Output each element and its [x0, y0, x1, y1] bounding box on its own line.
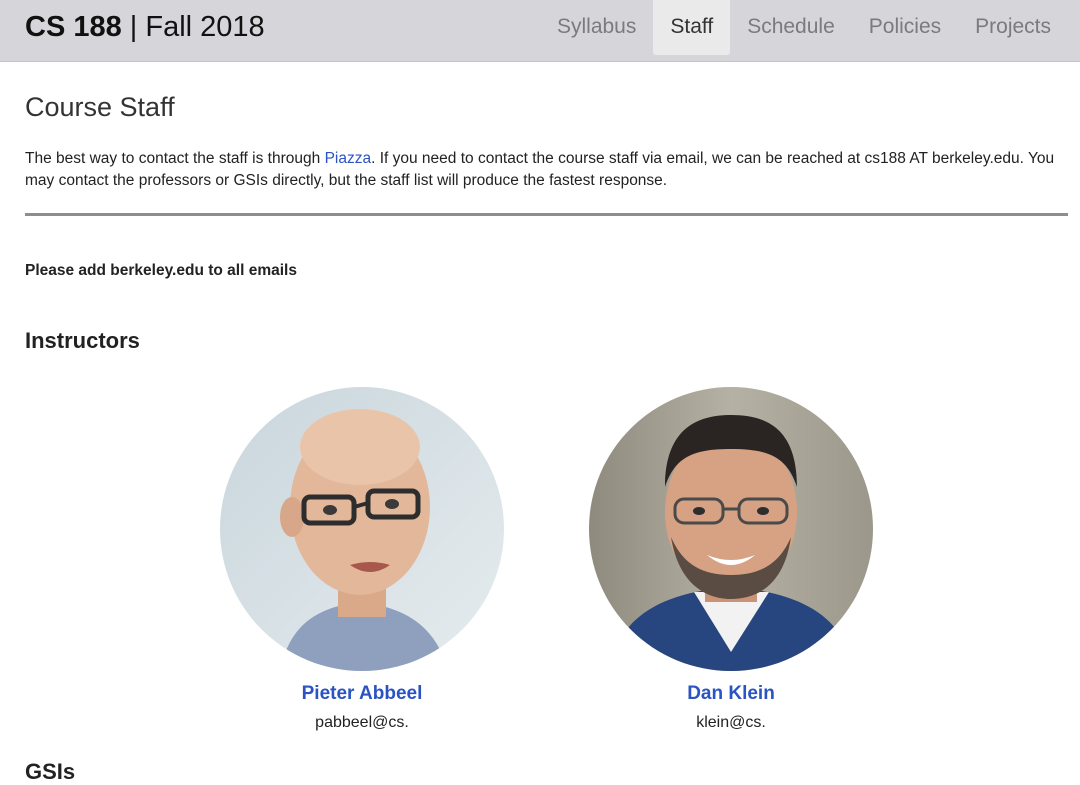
- section-divider: [25, 213, 1068, 216]
- instructor-email: pabbeel@cs.: [315, 714, 409, 731]
- instructors-heading: Instructors: [25, 328, 140, 353]
- nav-item-policies[interactable]: Policies: [852, 0, 958, 55]
- course-brand[interactable]: CS 188 | Fall 2018: [25, 9, 265, 45]
- nav-item-projects[interactable]: Projects: [958, 0, 1068, 55]
- course-term: Fall 2018: [145, 11, 265, 43]
- instructor-card: Pieter Abbeel pabbeel@cs.: [220, 387, 504, 733]
- contact-intro: The best way to contact the staff is thr…: [25, 148, 1065, 192]
- nav-item-staff[interactable]: Staff: [653, 0, 731, 55]
- page-title: Course Staff: [25, 92, 175, 122]
- email-note: Please add berkeley.edu to all emails: [25, 262, 297, 279]
- nav-menu: Syllabus Staff Schedule Policies Project…: [540, 0, 1068, 55]
- gsis-heading: GSIs: [25, 759, 76, 784]
- instructor-photo[interactable]: [220, 387, 504, 671]
- nav-item-schedule[interactable]: Schedule: [730, 0, 852, 55]
- brand-separator: |: [121, 11, 146, 43]
- instructor-card: Dan Klein klein@cs.: [589, 387, 873, 733]
- instructor-name-link[interactable]: Dan Klein: [589, 682, 873, 706]
- instructor-email: klein@cs.: [696, 714, 766, 731]
- intro-text-start: The best way to contact the staff is thr…: [25, 150, 325, 167]
- piazza-link[interactable]: Piazza: [325, 150, 372, 167]
- instructor-name-link[interactable]: Pieter Abbeel: [220, 682, 504, 706]
- course-code: CS 188: [25, 11, 122, 43]
- top-navbar: CS 188 | Fall 2018 Syllabus Staff Schedu…: [0, 0, 1080, 62]
- instructor-photo[interactable]: [589, 387, 873, 671]
- nav-item-syllabus[interactable]: Syllabus: [540, 0, 653, 55]
